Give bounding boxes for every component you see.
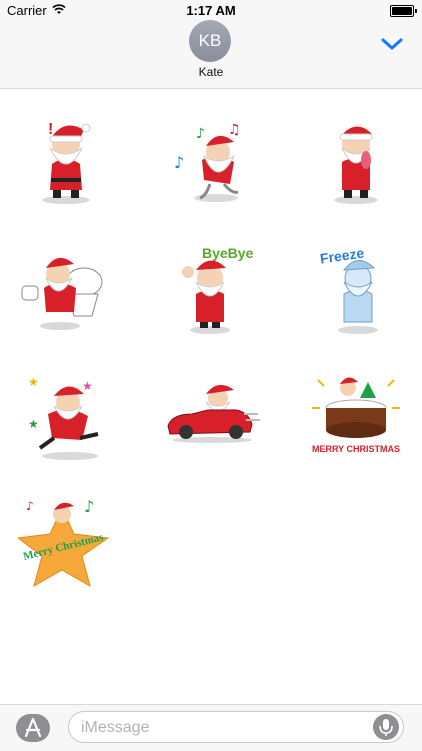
message-input[interactable]: iMessage <box>68 711 404 743</box>
svg-text:♪: ♪ <box>196 126 205 142</box>
sticker-santa-star[interactable]: ♪ ♪ Merry Christmas <box>18 490 118 590</box>
conversation-header: Carrier 1:17 AM KB Kate <box>0 0 422 89</box>
svg-text:!: ! <box>48 121 53 138</box>
clock: 1:17 AM <box>186 3 236 18</box>
svg-text:★: ★ <box>82 379 93 393</box>
battery-icon <box>390 5 417 17</box>
app-store-button[interactable] <box>16 714 50 742</box>
status-bar: Carrier 1:17 AM <box>0 0 422 22</box>
sticker-santa-red-car[interactable] <box>162 368 262 468</box>
sticker-santa-jumping[interactable]: ★ ★ ★ <box>18 368 118 468</box>
sticker-santa-byebye[interactable]: ByeBye <box>162 238 262 338</box>
contact-name[interactable]: Kate <box>0 65 422 79</box>
message-placeholder: iMessage <box>81 719 150 736</box>
sticker-santa-tongue-out[interactable] <box>306 108 406 208</box>
microphone-button[interactable] <box>373 714 399 740</box>
svg-text:★: ★ <box>28 375 39 389</box>
svg-text:♪: ♪ <box>26 499 34 513</box>
sticker-santa-toilet[interactable] <box>18 238 118 338</box>
svg-text:★: ★ <box>28 417 39 431</box>
sticker-santa-surprised[interactable]: ! <box>16 108 116 208</box>
sticker-santa-freeze[interactable]: Freeze <box>306 238 406 338</box>
sticker-santa-dancing[interactable]: ♪ ♪ ♫ <box>162 108 262 208</box>
sticker-santa-christmas-cake[interactable]: MERRY CHRISTMAS <box>306 368 406 468</box>
sticker-caption-merry-christmas: MERRY CHRISTMAS <box>312 444 400 454</box>
chevron-down-icon[interactable] <box>380 36 404 52</box>
app-store-icon <box>24 717 42 738</box>
svg-text:♪: ♪ <box>174 153 184 172</box>
svg-text:♪: ♪ <box>84 497 94 516</box>
microphone-icon <box>379 719 393 736</box>
sticker-caption-byebye: ByeBye <box>202 245 254 261</box>
avatar[interactable]: KB <box>189 20 231 62</box>
message-input-bar: iMessage <box>0 704 422 751</box>
svg-text:♫: ♫ <box>228 122 241 138</box>
